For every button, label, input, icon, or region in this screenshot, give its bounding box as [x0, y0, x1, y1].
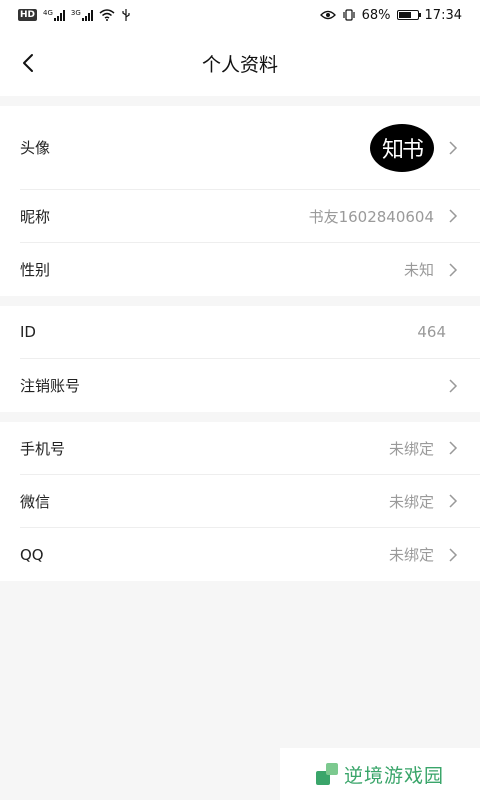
wechat-row[interactable]: 微信 未绑定 [20, 475, 480, 528]
gender-value: 未知 [403, 261, 434, 279]
section-gap [0, 296, 480, 306]
battery-percent: 68% [361, 7, 391, 23]
row-label: 昵称 [20, 207, 51, 226]
section-gap [0, 96, 480, 106]
avatar-row[interactable]: 头像 知书 [20, 106, 480, 190]
chevron-right-icon [449, 494, 458, 508]
row-label: 性别 [20, 261, 51, 279]
signal-icon-2: 3G [70, 8, 93, 21]
profile-section: 头像 知书 昵称 书友1602840604 性别 未知 [0, 106, 480, 296]
battery-icon [396, 10, 421, 20]
id-value: 464 [417, 323, 446, 341]
avatar: 知书 [370, 123, 434, 172]
phone-value: 未绑定 [388, 439, 434, 458]
chevron-right-icon [449, 441, 458, 455]
nickname-row[interactable]: 昵称 书友1602840604 [20, 190, 480, 243]
clock: 17:34 [424, 7, 462, 23]
account-section: ID 464 注销账号 [0, 306, 480, 412]
chevron-right-icon [449, 209, 458, 223]
qq-row[interactable]: QQ 未绑定 [20, 528, 480, 581]
eye-icon [319, 10, 336, 20]
usb-icon [122, 9, 130, 21]
delete-account-row[interactable]: 注销账号 [20, 359, 480, 412]
row-label: 头像 [20, 139, 51, 157]
header: 个人资料 [0, 30, 480, 96]
chevron-right-icon [449, 547, 458, 562]
binding-section: 手机号 未绑定 微信 未绑定 QQ 未绑定 [0, 422, 480, 581]
chevron-right-icon [449, 262, 458, 277]
row-label: 手机号 [20, 439, 66, 458]
chevron-right-icon [449, 140, 458, 155]
vibrate-icon [343, 9, 355, 21]
nickname-value: 书友1602840604 [308, 207, 434, 226]
id-row: ID 464 [20, 306, 480, 359]
qq-value: 未绑定 [388, 546, 434, 564]
phone-row[interactable]: 手机号 未绑定 [20, 422, 480, 475]
row-label: 注销账号 [20, 377, 81, 395]
watermark: 逆境游戏园 [280, 748, 480, 800]
status-bar: HD 4G 3G 68% 17:34 [0, 0, 480, 30]
network-type-1: 4G [43, 8, 53, 17]
watermark-text: 逆境游戏园 [343, 764, 444, 787]
chevron-right-icon [449, 378, 458, 393]
row-label: ID [20, 323, 36, 341]
section-gap [0, 412, 480, 422]
signal-icon-1: 4G [43, 8, 65, 21]
row-label: 微信 [20, 492, 51, 511]
back-button[interactable] [12, 47, 44, 79]
status-right: 68% 17:34 [319, 7, 462, 23]
gender-row[interactable]: 性别 未知 [20, 243, 480, 296]
wechat-value: 未绑定 [388, 492, 434, 511]
hd-badge: HD [18, 9, 38, 21]
watermark-logo-icon [315, 763, 338, 785]
network-type-2: 3G [70, 8, 81, 17]
status-left: HD 4G 3G [18, 9, 131, 21]
page-title: 个人资料 [201, 53, 278, 76]
wifi-icon [99, 9, 115, 21]
chevron-left-icon [23, 54, 33, 72]
row-label: QQ [20, 545, 44, 564]
